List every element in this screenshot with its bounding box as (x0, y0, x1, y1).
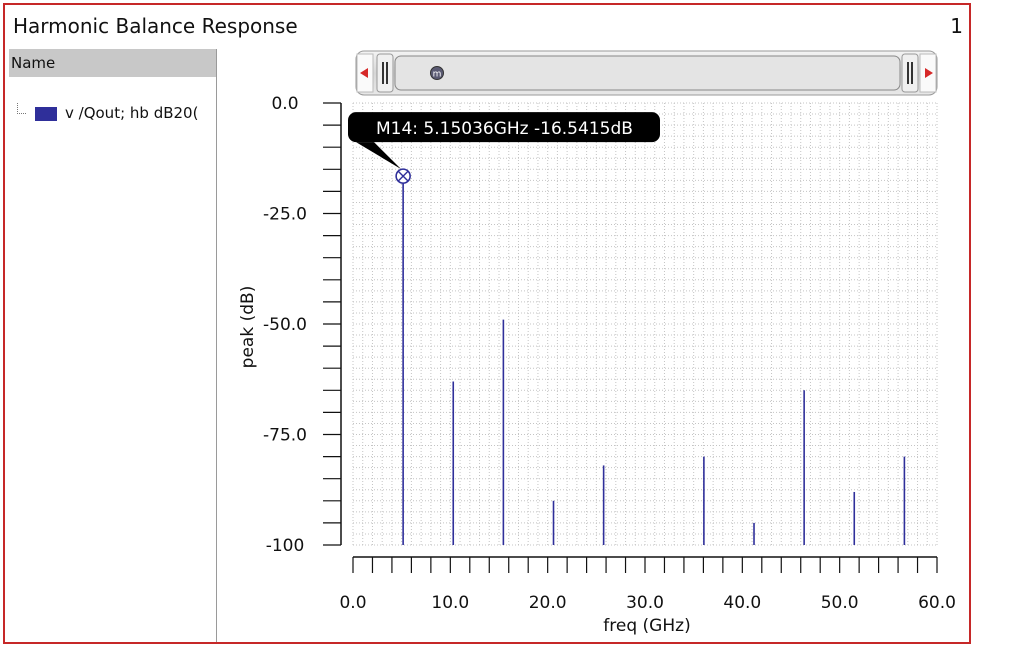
y-axis-title: peak (dB) (238, 286, 258, 369)
x-tick-label: 40.0 (723, 593, 761, 613)
chart-axes: 0.0 -25.0 -50.0 -75.0 -100 0.0 10.0 20.0 30.0 40.… (263, 94, 956, 613)
y-tick-label: -100 (266, 536, 305, 556)
y-tick-label: -75.0 (263, 426, 307, 446)
marker-callout-pointer (356, 142, 402, 170)
x-axis-title: freq (GHz) (603, 616, 690, 636)
x-tick-label: 50.0 (821, 593, 859, 613)
x-tick-label: 30.0 (626, 593, 664, 613)
x-tick-label: 60.0 (918, 593, 956, 613)
graph-window: Harmonic Balance Response 1 Name v /Qout… (3, 3, 971, 644)
marker-label: M14: 5.15036GHz -16.5415dB (376, 119, 633, 139)
y-tick-label: -25.0 (263, 205, 307, 225)
x-tick-label: 20.0 (529, 593, 567, 613)
y-tick-label: -50.0 (263, 315, 307, 335)
x-tick-label: 0.0 (339, 593, 366, 613)
chart-grid (352, 102, 938, 546)
x-tick-label: 10.0 (431, 593, 469, 613)
spectrum-chart: 0.0 -25.0 -50.0 -75.0 -100 0.0 10.0 20.0 30.0 40.… (238, 94, 956, 636)
marker-crosshair-icon (395, 168, 411, 184)
y-tick-label: 0.0 (271, 94, 298, 114)
